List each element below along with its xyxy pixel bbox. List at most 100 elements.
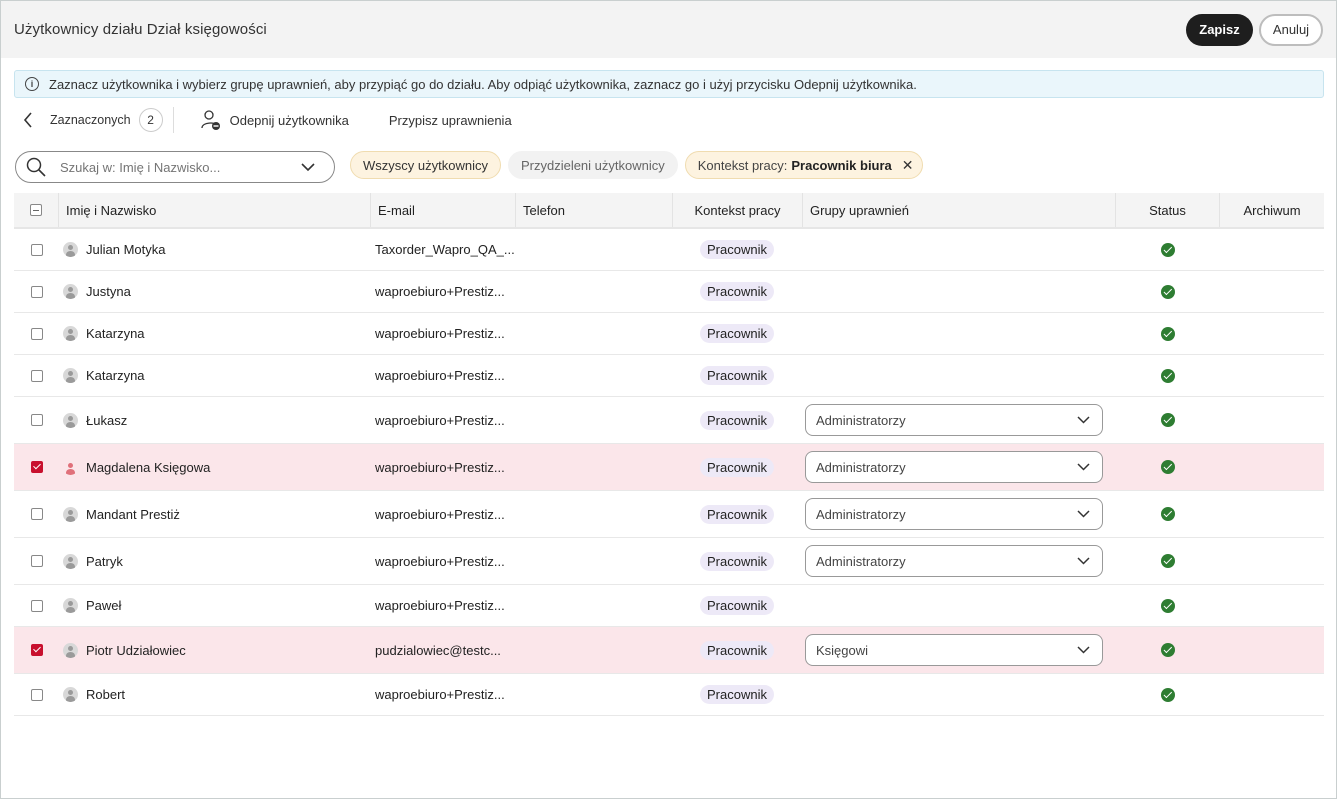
assign-permissions-button[interactable]: Przypisz uprawnienia: [389, 113, 512, 128]
context-badge: Pracownik: [700, 366, 774, 385]
avatar: [63, 460, 78, 475]
select-all-checkbox[interactable]: [30, 204, 42, 216]
archive-cell: [1220, 585, 1324, 626]
row-checkbox[interactable]: [30, 688, 43, 701]
check-circle-icon: [1161, 326, 1175, 341]
close-icon[interactable]: ✕: [902, 157, 914, 174]
col-name[interactable]: Imię i Nazwisko: [59, 193, 371, 227]
status-cell: [1116, 397, 1220, 443]
row-checkbox[interactable]: [30, 644, 43, 656]
table-header: Imię i Nazwisko E-mail Telefon Kontekst …: [14, 193, 1324, 229]
group-cell: [803, 674, 1116, 715]
users-table: Imię i Nazwisko E-mail Telefon Kontekst …: [14, 193, 1324, 716]
user-name: Paweł: [86, 598, 122, 613]
row-checkbox[interactable]: [30, 327, 43, 340]
save-button[interactable]: Zapisz: [1186, 13, 1253, 46]
row-select-cell: [14, 397, 59, 443]
phone-cell: [516, 444, 671, 490]
status-cell: [1116, 355, 1220, 396]
status-cell: [1116, 313, 1220, 354]
select-all-cell: [14, 193, 59, 227]
filter-assigned-users[interactable]: Przydzieleni użytkownicy: [507, 151, 678, 179]
status-cell: [1116, 674, 1220, 715]
filter-work-context[interactable]: Kontekst pracy: Pracownik biura ✕: [684, 151, 923, 179]
permission-group-select[interactable]: Administratorzy: [805, 498, 1103, 530]
user-name: Piotr Udziałowiec: [86, 642, 186, 658]
group-cell: Księgowi: [803, 627, 1116, 673]
col-phone[interactable]: Telefon: [516, 193, 673, 227]
permission-group-select[interactable]: Księgowi: [805, 634, 1103, 666]
table-row[interactable]: Paweł waproebiuro+Prestiz... Pracownik: [14, 585, 1324, 627]
header-actions: Zapisz Anuluj: [1186, 13, 1323, 46]
filter-all-users[interactable]: Wszyscy użytkownicy: [350, 151, 501, 179]
permission-group-value: Administratorzy: [816, 506, 906, 522]
name-cell: Patryk: [59, 538, 371, 584]
archive-cell: [1220, 355, 1324, 396]
email-cell: Taxorder_Wapro_QA_...: [375, 242, 515, 257]
name-cell: Justyna: [59, 271, 371, 312]
table-row[interactable]: Justyna waproebiuro+Prestiz... Pracownik: [14, 271, 1324, 313]
row-checkbox[interactable]: [30, 461, 43, 473]
user-name: Robert: [86, 687, 126, 702]
row-checkbox[interactable]: [30, 285, 43, 298]
email-cell: waproebiuro+Prestiz...: [375, 284, 505, 299]
context-badge: Pracownik: [700, 240, 774, 259]
cancel-button[interactable]: Anuluj: [1259, 13, 1323, 46]
col-groups[interactable]: Grupy uprawnień: [803, 193, 1116, 227]
row-checkbox[interactable]: [30, 599, 43, 612]
group-cell: Administratorzy: [803, 538, 1116, 584]
archive-cell: [1220, 444, 1324, 490]
permission-group-select[interactable]: Administratorzy: [805, 404, 1103, 436]
table-row[interactable]: Julian Motyka Taxorder_Wapro_QA_... Prac…: [14, 229, 1324, 271]
user-name: Magdalena Księgowa: [86, 459, 211, 475]
search-field[interactable]: [15, 151, 335, 183]
table-row[interactable]: Piotr Udziałowiec pudzialowiec@testc... …: [14, 627, 1324, 674]
row-checkbox[interactable]: [30, 414, 43, 426]
col-archive[interactable]: Archiwum: [1220, 193, 1324, 227]
row-checkbox[interactable]: [30, 369, 43, 382]
context-cell: Pracownik: [671, 627, 803, 673]
table-row[interactable]: Katarzyna waproebiuro+Prestiz... Pracown…: [14, 313, 1324, 355]
table-row[interactable]: Katarzyna waproebiuro+Prestiz... Pracown…: [14, 355, 1324, 397]
context-badge: Pracownik: [700, 282, 774, 301]
info-banner: i Zaznacz użytkownika i wybierz grupę up…: [14, 70, 1324, 98]
chevron-down-icon[interactable]: [301, 162, 315, 172]
check-circle-icon: [1161, 368, 1175, 383]
email-cell: waproebiuro+Prestiz...: [375, 506, 505, 522]
filter-chips: Wszyscy użytkownicy Przydzieleni użytkow…: [350, 151, 923, 179]
permission-group-select[interactable]: Administratorzy: [805, 451, 1103, 483]
col-status[interactable]: Status: [1116, 193, 1220, 227]
row-checkbox[interactable]: [30, 508, 43, 520]
avatar: [63, 368, 78, 383]
col-email[interactable]: E-mail: [371, 193, 516, 227]
permission-group-select[interactable]: Administratorzy: [805, 545, 1103, 577]
context-cell: Pracownik: [671, 538, 803, 584]
row-checkbox[interactable]: [30, 243, 43, 256]
chevron-left-icon[interactable]: [14, 106, 42, 134]
phone-cell: [516, 313, 671, 354]
name-cell: Robert: [59, 674, 371, 715]
filter-context-value: Pracownik biura: [791, 157, 892, 173]
row-select-cell: [14, 491, 59, 537]
table-row[interactable]: Magdalena Księgowa waproebiuro+Prestiz..…: [14, 444, 1324, 491]
chevron-down-icon: [1077, 416, 1090, 424]
status-cell: [1116, 491, 1220, 537]
unpin-user-button[interactable]: Odepnij użytkownika: [200, 109, 349, 131]
archive-cell: [1220, 491, 1324, 537]
check-circle-icon: [1161, 554, 1175, 568]
context-badge: Pracownik: [700, 596, 774, 615]
search-input[interactable]: [60, 159, 295, 175]
check-circle-icon: [1161, 460, 1175, 474]
row-checkbox[interactable]: [30, 555, 43, 567]
table-row[interactable]: Mandant Prestiż waproebiuro+Prestiz... P…: [14, 491, 1324, 538]
table-row[interactable]: Łukasz waproebiuro+Prestiz... Pracownik …: [14, 397, 1324, 444]
name-cell: Katarzyna: [59, 313, 371, 354]
name-cell: Paweł: [59, 585, 371, 626]
row-select-cell: [14, 271, 59, 312]
email-cell: waproebiuro+Prestiz...: [375, 412, 505, 428]
col-context[interactable]: Kontekst pracy: [673, 193, 803, 227]
permission-group-value: Księgowi: [816, 642, 869, 658]
context-badge: Pracownik: [700, 551, 774, 571]
table-row[interactable]: Patryk waproebiuro+Prestiz... Pracownik …: [14, 538, 1324, 585]
table-row[interactable]: Robert waproebiuro+Prestiz... Pracownik: [14, 674, 1324, 716]
